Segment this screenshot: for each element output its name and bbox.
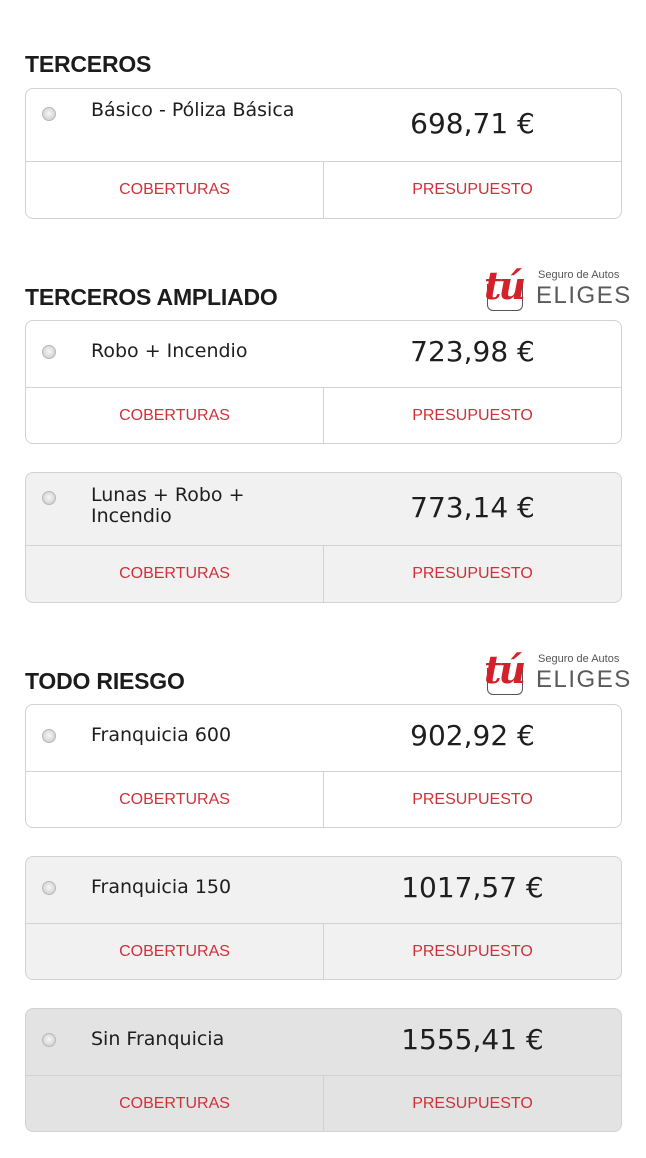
plan-card: Lunas + Robo + Incendio 773,14 € COBERTU…	[25, 472, 622, 603]
coverage-button[interactable]: COBERTURAS	[26, 546, 323, 602]
section-title-todo-riesgo: TODO RIESGO	[25, 668, 185, 694]
plan-name: Básico - Póliza Básica	[91, 99, 295, 121]
plan-card: Sin Franquicia 1555,41 € COBERTURAS PRES…	[25, 1008, 622, 1132]
plan-card: Básico - Póliza Básica 698,71 € COBERTUR…	[25, 88, 622, 219]
coverage-button[interactable]: COBERTURAS	[26, 772, 323, 827]
plan-price: 773,14 €	[410, 491, 535, 524]
plan-radio[interactable]	[42, 491, 56, 505]
quote-button[interactable]: PRESUPUESTO	[323, 924, 621, 979]
quote-button[interactable]: PRESUPUESTO	[323, 546, 621, 602]
plan-card: Robo + Incendio 723,98 € COBERTURAS PRES…	[25, 320, 622, 444]
section-title-terceros-ampliado: TERCEROS AMPLIADO	[25, 284, 278, 310]
plan-radio[interactable]	[42, 1033, 56, 1047]
plan-price: 902,92 €	[410, 719, 535, 752]
tu-eliges-logo: tú Seguro de Autos ELIGES	[484, 263, 630, 314]
tu-eliges-logo: tú Seguro de Autos ELIGES	[484, 647, 630, 698]
plan-name: Franquicia 600	[91, 724, 232, 746]
plan-price: 1017,57 €	[401, 871, 544, 904]
plan-radio[interactable]	[42, 345, 56, 359]
plan-radio[interactable]	[42, 107, 56, 121]
coverage-button[interactable]: COBERTURAS	[26, 162, 323, 218]
quote-button[interactable]: PRESUPUESTO	[323, 162, 621, 218]
plan-name: Robo + Incendio	[91, 340, 248, 362]
plan-name: Lunas + Robo + Incendio	[91, 484, 245, 527]
plan-price: 723,98 €	[410, 335, 535, 368]
plan-card: Franquicia 150 1017,57 € COBERTURAS PRES…	[25, 856, 622, 980]
plan-name: Franquicia 150	[91, 876, 232, 898]
quote-button[interactable]: PRESUPUESTO	[323, 388, 621, 443]
logo-mark: tú	[484, 263, 526, 308]
logo-tagline: Seguro de Autos	[538, 269, 620, 281]
coverage-button[interactable]: COBERTURAS	[26, 388, 323, 443]
plan-radio[interactable]	[42, 881, 56, 895]
plan-radio[interactable]	[42, 729, 56, 743]
logo-brand: ELIGES	[536, 666, 632, 693]
logo-tagline: Seguro de Autos	[538, 653, 620, 665]
logo-mark: tú	[484, 647, 526, 692]
coverage-button[interactable]: COBERTURAS	[26, 1076, 323, 1131]
section-title-terceros: TERCEROS	[25, 51, 152, 77]
coverage-button[interactable]: COBERTURAS	[26, 924, 323, 979]
plan-price: 698,71 €	[410, 107, 535, 140]
plan-name: Sin Franquicia	[91, 1028, 225, 1050]
quote-button[interactable]: PRESUPUESTO	[323, 772, 621, 827]
plan-price: 1555,41 €	[401, 1023, 544, 1056]
plan-card: Franquicia 600 902,92 € COBERTURAS PRESU…	[25, 704, 622, 828]
quote-button[interactable]: PRESUPUESTO	[323, 1076, 621, 1131]
logo-brand: ELIGES	[536, 282, 632, 309]
